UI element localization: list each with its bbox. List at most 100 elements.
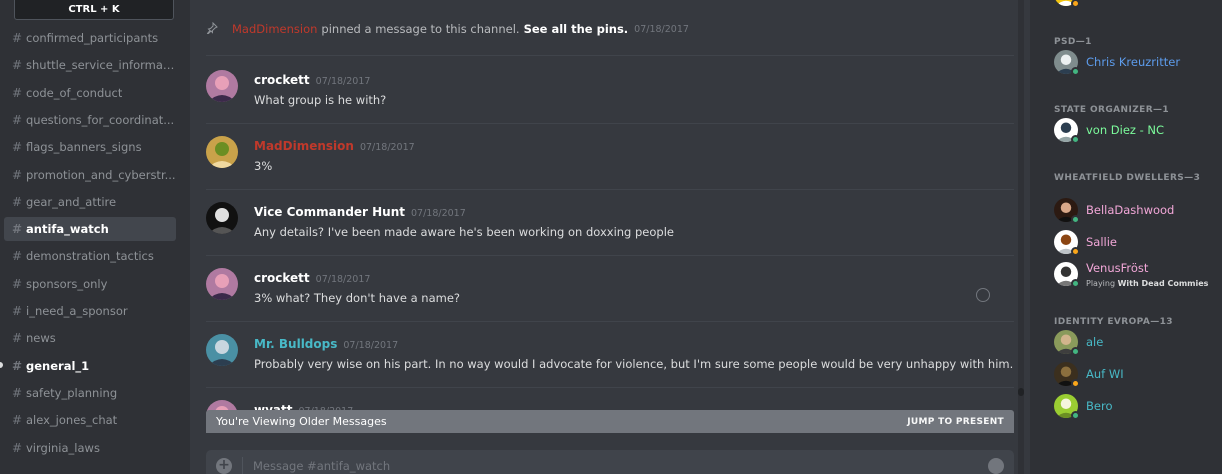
message-header: crockett 07/18/2017 xyxy=(254,271,370,285)
cartoon-avatar[interactable] xyxy=(206,334,238,366)
composer-placeholder: Message #antifa_watch xyxy=(253,459,391,473)
channel-item[interactable]: # news xyxy=(4,326,176,350)
channel-item[interactable]: # questions_for_coordinat... xyxy=(4,108,176,132)
pin-notice-user[interactable]: MadDimension xyxy=(232,22,317,36)
quick-switcher-button[interactable]: CTRL + K xyxy=(14,0,174,20)
channel-hash-icon: # xyxy=(12,112,23,127)
channel-item[interactable]: # shuttle_service_informat... xyxy=(4,53,176,77)
member-name: von Diez - NC xyxy=(1086,123,1165,137)
chat-scrollbar[interactable] xyxy=(1018,0,1024,474)
channel-item[interactable]: # sponsors_only xyxy=(4,272,176,296)
channel-hash-icon: # xyxy=(12,194,23,209)
channel-item[interactable]: # flags_banners_signs xyxy=(4,135,176,159)
scrollbar-thumb[interactable] xyxy=(1018,388,1024,396)
pin-icon xyxy=(206,21,220,36)
map-avatar[interactable] xyxy=(1054,394,1080,420)
channel-item[interactable]: # confirmed_participants xyxy=(4,26,176,50)
channel-name: confirmed_participants xyxy=(26,31,159,45)
channel-item[interactable]: # i_need_a_sponsor xyxy=(4,299,176,323)
member-item[interactable]: Auf WI xyxy=(1054,362,1214,390)
art-avatar[interactable] xyxy=(1054,262,1080,288)
message-header: crockett 07/18/2017 xyxy=(254,73,370,87)
channel-name: general_1 xyxy=(26,358,90,373)
upload-plus-icon[interactable]: + xyxy=(216,458,232,474)
message-author[interactable]: crockett xyxy=(254,271,310,285)
message-composer[interactable]: + Message #antifa_watch xyxy=(206,450,1014,474)
member-item[interactable]: Bero xyxy=(1054,394,1214,422)
message-header: Vice Commander Hunt 07/18/2017 xyxy=(254,205,466,219)
member-group-header: WHEATFIELD DWELLERS—3 xyxy=(1054,173,1201,183)
member-name: Auf WI xyxy=(1086,367,1124,381)
member-list: Kurt - VA PSD—1 Chris Kreuzritter STATE … xyxy=(1030,0,1222,474)
dark-hair-avatar[interactable] xyxy=(1054,198,1080,224)
channel-hash-icon: # xyxy=(12,85,23,100)
yellow-avatar[interactable] xyxy=(1054,0,1080,8)
channel-item[interactable]: # code_of_conduct xyxy=(4,81,176,105)
channel-item[interactable]: # safety_planning xyxy=(4,381,176,405)
flag-avatar[interactable] xyxy=(1054,118,1080,144)
channel-item[interactable]: # gear_and_attire xyxy=(4,190,176,214)
member-item[interactable]: Kurt - VA xyxy=(1054,0,1214,10)
channel-item[interactable]: # general_1 xyxy=(4,354,176,378)
member-item[interactable]: BellaDashwood xyxy=(1054,198,1214,226)
member-group-header: STATE ORGANIZER—1 xyxy=(1054,105,1170,115)
channel-item[interactable]: # virginia_laws xyxy=(4,436,176,460)
pink-landscape-avatar[interactable] xyxy=(206,70,238,102)
channel-hash-icon: # xyxy=(12,222,23,237)
member-item[interactable]: ale xyxy=(1054,330,1214,358)
channel-item[interactable]: # antifa_watch xyxy=(4,217,176,242)
cactus-avatar[interactable] xyxy=(206,136,238,168)
pink-landscape-avatar[interactable] xyxy=(206,268,238,300)
older-messages-banner[interactable]: You're Viewing Older Messages JUMP TO PR… xyxy=(206,410,1014,433)
message-text: 3% xyxy=(254,159,273,173)
member-activity-game: With Dead Commies xyxy=(1117,279,1209,288)
eagle-emblem-avatar[interactable] xyxy=(206,202,238,234)
emoji-picker-icon[interactable] xyxy=(988,458,1004,474)
message-timestamp: 07/18/2017 xyxy=(359,142,415,153)
pin-notice-timestamp: 07/18/2017 xyxy=(634,23,689,35)
message-author[interactable]: crockett xyxy=(254,73,310,87)
dark-avatar[interactable] xyxy=(1054,362,1080,388)
channel-name: promotion_and_cyberstr... xyxy=(26,167,176,182)
status-indicator xyxy=(1071,411,1080,420)
message-text: What group is he with? xyxy=(254,93,387,107)
message-text: Probably very wise on his part. In no wa… xyxy=(254,357,1014,371)
channel-hash-icon: # xyxy=(12,385,23,400)
member-name: Sallie xyxy=(1086,235,1118,249)
message-header: MadDimension 07/18/2017 xyxy=(254,139,415,153)
message-timestamp: 07/18/2017 xyxy=(343,340,399,351)
message-divider xyxy=(206,321,1014,322)
member-name: BellaDashwood xyxy=(1086,203,1175,217)
channel-item[interactable]: # alex_jones_chat xyxy=(4,408,176,432)
member-item[interactable]: von Diez - NC xyxy=(1054,118,1214,146)
channel-hash-icon: # xyxy=(12,358,23,373)
man-avatar[interactable] xyxy=(1054,330,1080,356)
member-activity-prefix: Playing xyxy=(1086,279,1116,288)
member-name: ale xyxy=(1086,335,1104,349)
unread-indicator xyxy=(0,362,3,368)
jump-to-present-button[interactable]: JUMP TO PRESENT xyxy=(907,417,1004,427)
member-item[interactable]: VenusFröst Playing With Dead Commies xyxy=(1054,261,1214,290)
message-author[interactable]: Mr. Bulldops xyxy=(254,337,337,351)
channel-hash-icon: # xyxy=(12,249,23,264)
see-all-pins-link[interactable]: See all the pins. xyxy=(524,22,629,36)
helmet-avatar[interactable] xyxy=(1054,50,1080,76)
message-author[interactable]: MadDimension xyxy=(254,139,354,153)
message: crockett 07/18/2017 What group is he wit… xyxy=(206,70,1006,130)
channel-name: alex_jones_chat xyxy=(26,413,118,428)
status-indicator xyxy=(1071,215,1080,224)
member-name: Chris Kreuzritter xyxy=(1086,55,1181,69)
channel-item[interactable]: # demonstration_tactics xyxy=(4,244,176,268)
channel-hash-icon: # xyxy=(12,167,23,182)
channel-item[interactable]: # promotion_and_cyberstr... xyxy=(4,163,176,187)
pin-notice-text: pinned a message to this channel. xyxy=(321,22,520,36)
channel-hash-icon: # xyxy=(12,58,23,73)
member-item[interactable]: Sallie xyxy=(1054,230,1214,258)
figure-avatar[interactable] xyxy=(1054,230,1080,256)
message-header: Mr. Bulldops 07/18/2017 xyxy=(254,337,398,351)
add-reaction-icon[interactable] xyxy=(976,288,990,302)
status-indicator xyxy=(1071,379,1080,388)
channel-hash-icon: # xyxy=(12,440,23,455)
message-author[interactable]: Vice Commander Hunt xyxy=(254,205,405,219)
member-item[interactable]: Chris Kreuzritter xyxy=(1054,50,1214,78)
